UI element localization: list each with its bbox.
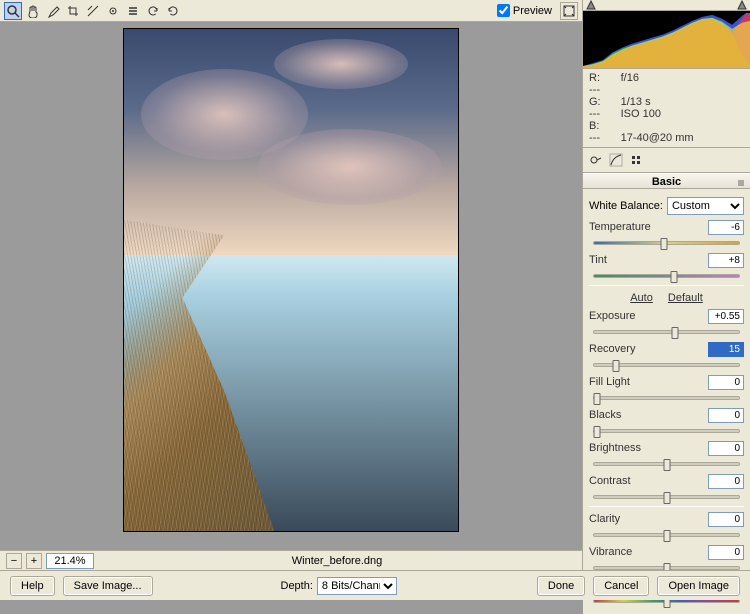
recovery-label: Recovery — [589, 343, 635, 355]
recovery-value[interactable]: 15 — [708, 342, 744, 357]
rotate-cw-tool[interactable] — [164, 2, 182, 20]
depth-label: Depth: — [281, 580, 313, 592]
basic-controls: White Balance: Custom Temperature -6 Tint… — [583, 189, 750, 614]
vibrance-value[interactable]: 0 — [708, 545, 744, 560]
filename-label: Winter_before.dng — [98, 555, 576, 567]
wb-label: White Balance: — [589, 200, 663, 212]
temperature-value[interactable]: -6 — [708, 220, 744, 235]
eyedropper-tool[interactable] — [44, 2, 62, 20]
tab-detail[interactable] — [627, 151, 645, 169]
panel-menu-icon[interactable] — [736, 177, 746, 187]
default-link[interactable]: Default — [668, 292, 703, 304]
clarity-value[interactable]: 0 — [708, 512, 744, 527]
shadow-clip-toggle[interactable] — [586, 0, 596, 10]
open-image-button[interactable]: Open Image — [657, 576, 740, 596]
filllight-slider[interactable] — [593, 396, 740, 400]
hand-tool[interactable] — [24, 2, 42, 20]
blacks-slider[interactable] — [593, 429, 740, 433]
cancel-button[interactable]: Cancel — [593, 576, 649, 596]
save-image-button[interactable]: Save Image... — [63, 576, 153, 596]
clarity-slider[interactable] — [593, 533, 740, 537]
preview-label: Preview — [513, 5, 552, 17]
rotate-ccw-tool[interactable] — [144, 2, 162, 20]
tint-label: Tint — [589, 254, 607, 266]
image-preview-area[interactable] — [0, 22, 582, 550]
vibrance-label: Vibrance — [589, 546, 632, 558]
exposure-label: Exposure — [589, 310, 635, 322]
exposure-value[interactable]: +0.55 — [708, 309, 744, 324]
preview-toggle[interactable]: Preview — [497, 4, 552, 17]
recovery-slider[interactable] — [593, 363, 740, 367]
exposure-slider[interactable] — [593, 330, 740, 334]
filllight-value[interactable]: 0 — [708, 375, 744, 390]
filllight-label: Fill Light — [589, 376, 630, 388]
zoom-value[interactable]: 21.4% — [46, 553, 94, 569]
auto-link[interactable]: Auto — [630, 292, 653, 304]
tint-slider[interactable] — [593, 274, 740, 278]
done-button[interactable]: Done — [537, 576, 585, 596]
presets-tool[interactable] — [124, 2, 142, 20]
temperature-label: Temperature — [589, 221, 651, 233]
image-preview[interactable] — [123, 28, 459, 532]
histogram[interactable] — [583, 11, 750, 69]
right-panel: R: --- G: --- B: --- f/16 1/13 s ISO 100… — [582, 0, 750, 570]
tint-value[interactable]: +8 — [708, 253, 744, 268]
brightness-slider[interactable] — [593, 462, 740, 466]
sample-tool[interactable] — [104, 2, 122, 20]
wb-select[interactable]: Custom — [667, 197, 744, 215]
panel-section-header: Basic — [583, 173, 750, 189]
brightness-value[interactable]: 0 — [708, 441, 744, 456]
contrast-value[interactable]: 0 — [708, 474, 744, 489]
help-button[interactable]: Help — [10, 576, 55, 596]
contrast-slider[interactable] — [593, 495, 740, 499]
zoom-out-button[interactable]: − — [6, 553, 22, 569]
bottom-bar: Help Save Image... Depth: 8 Bits/Channel… — [0, 570, 750, 600]
zoom-bar: − + 21.4% Winter_before.dng — [0, 550, 582, 570]
straighten-tool[interactable] — [84, 2, 102, 20]
brightness-label: Brightness — [589, 442, 641, 454]
left-panel: Preview − + 21.4% Winter_before.dng — [0, 0, 582, 570]
crop-tool[interactable] — [64, 2, 82, 20]
contrast-label: Contrast — [589, 475, 631, 487]
zoom-in-button[interactable]: + — [26, 553, 42, 569]
depth-select[interactable]: 8 Bits/Channel — [317, 577, 397, 595]
clarity-label: Clarity — [589, 513, 620, 525]
preview-checkbox[interactable] — [497, 4, 510, 17]
blacks-label: Blacks — [589, 409, 621, 421]
panel-tabs — [583, 148, 750, 173]
fullscreen-button[interactable] — [560, 2, 578, 20]
temperature-slider[interactable] — [593, 241, 740, 245]
highlight-clip-toggle[interactable] — [737, 0, 747, 10]
camera-metadata: R: --- G: --- B: --- f/16 1/13 s ISO 100… — [583, 69, 750, 148]
zoom-tool[interactable] — [4, 2, 22, 20]
tab-curve[interactable] — [607, 151, 625, 169]
blacks-value[interactable]: 0 — [708, 408, 744, 423]
tab-basic[interactable] — [587, 151, 605, 169]
tool-toolbar: Preview — [0, 0, 582, 22]
